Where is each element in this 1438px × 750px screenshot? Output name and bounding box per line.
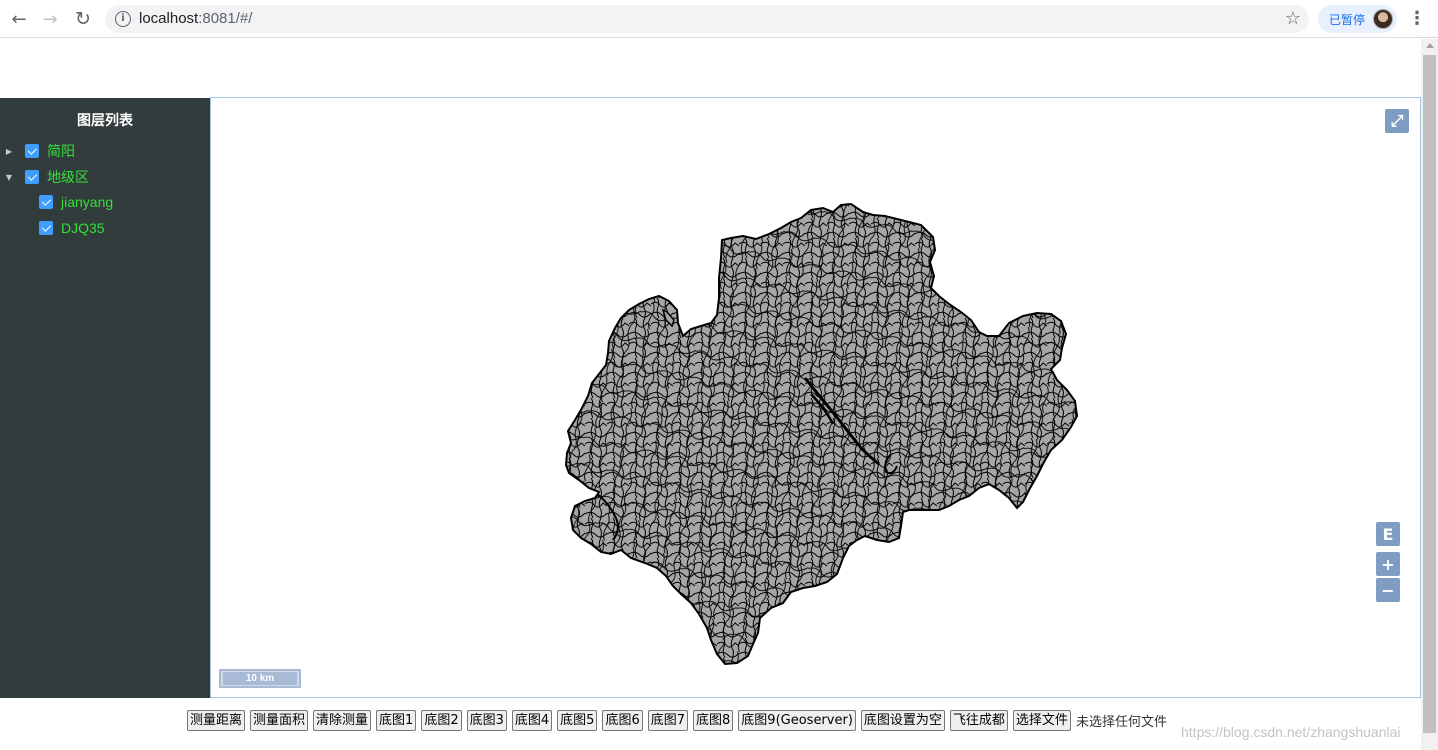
back-arrow-icon[interactable]: ←	[7, 7, 31, 31]
tree-node-djq35-layer[interactable]: DJQ35	[39, 218, 105, 238]
tree-node-label[interactable]: jianyang	[61, 194, 113, 210]
url-text[interactable]: localhost:8081/#/	[139, 10, 252, 27]
star-icon[interactable]: ☆	[1285, 8, 1301, 29]
watermark: https://blog.csdn.net/zhangshuanlai	[1181, 724, 1401, 740]
basemap-empty-button[interactable]: 底图设置为空	[860, 709, 945, 731]
address-bar[interactable]: i localhost:8081/#/ ☆	[105, 5, 1309, 33]
layer-checkbox[interactable]	[25, 170, 39, 184]
profile-label: 已暂停	[1329, 13, 1366, 27]
fullscreen-icon[interactable]: ⤢	[1385, 109, 1409, 133]
caret-right-icon[interactable]: ▶	[4, 147, 14, 156]
basemap-6-button[interactable]: 底图6	[602, 709, 643, 731]
avatar	[1373, 9, 1393, 29]
tree-node-district-group[interactable]: ▼ 地级区	[4, 167, 89, 187]
url-path: :8081/#/	[198, 10, 253, 27]
forward-arrow-icon[interactable]: →	[38, 7, 62, 31]
district-polygons	[565, 203, 1078, 665]
basemap-1-button[interactable]: 底图1	[376, 709, 417, 731]
tree-node-label[interactable]: 地级区	[47, 167, 89, 187]
page-scrollbar[interactable]	[1421, 39, 1438, 750]
measure-area-button[interactable]: 测量面积	[250, 709, 309, 731]
tree-node-label[interactable]: DJQ35	[61, 220, 105, 236]
map-tools-toolbar: 测量距离 测量面积 清除测量 底图1 底图2 底图3 底图4 底图5 底图6 底…	[187, 709, 1167, 731]
scale-label: 10 km	[223, 672, 297, 685]
reload-icon[interactable]: ↻	[71, 7, 95, 31]
layer-checkbox[interactable]	[25, 144, 39, 158]
basemap-8-button[interactable]: 底图8	[693, 709, 734, 731]
zoom-in-button[interactable]: +	[1376, 552, 1400, 576]
fly-to-chengdu-button[interactable]: 飞往成都	[949, 709, 1008, 731]
basemap-7-button[interactable]: 底图7	[647, 709, 689, 731]
url-host: localhost	[139, 10, 199, 27]
map-canvas[interactable]: ⤢ E + − 10 km	[210, 97, 1421, 698]
basemap-3-button[interactable]: 底图3	[466, 709, 507, 731]
basemap-4-button[interactable]: 底图4	[511, 709, 553, 731]
layer-checkbox[interactable]	[39, 221, 53, 235]
measure-distance-button[interactable]: 测量距离	[187, 709, 246, 731]
basemap-9-geoserver-button[interactable]: 底图9(Geoserver)	[738, 709, 856, 731]
basemap-5-button[interactable]: 底图5	[557, 709, 598, 731]
zoom-extent-button[interactable]: E	[1376, 522, 1400, 546]
scroll-up-arrow-icon[interactable]	[1426, 43, 1434, 48]
caret-down-icon[interactable]: ▼	[4, 173, 14, 182]
layer-list-title: 图层列表	[77, 113, 133, 129]
basemap-2-button[interactable]: 底图2	[421, 709, 462, 731]
kebab-menu-icon[interactable]: ⋮	[1408, 8, 1426, 29]
tree-node-jianyang-layer[interactable]: jianyang	[39, 192, 113, 212]
choose-file-button[interactable]: 选择文件	[1012, 709, 1071, 731]
tree-node-jianyang-group[interactable]: ▶ 简阳	[4, 141, 75, 161]
browser-toolbar: ← → ↻ i localhost:8081/#/ ☆ 已暂停 ⋮	[0, 0, 1438, 38]
tree-node-label[interactable]: 简阳	[47, 141, 75, 161]
profile-button[interactable]: 已暂停	[1318, 5, 1397, 33]
layer-list-panel: 图层列表 ▶ 简阳 ▼ 地级区 jianyang DJQ35	[0, 98, 210, 698]
scale-line: 10 km	[219, 669, 301, 688]
layer-checkbox[interactable]	[39, 195, 53, 209]
info-icon[interactable]: i	[115, 11, 131, 27]
zoom-out-button[interactable]: −	[1376, 578, 1400, 602]
file-status-label: 未选择任何文件	[1075, 714, 1167, 730]
scroll-thumb[interactable]	[1423, 55, 1436, 733]
clear-measure-button[interactable]: 清除测量	[313, 709, 372, 731]
